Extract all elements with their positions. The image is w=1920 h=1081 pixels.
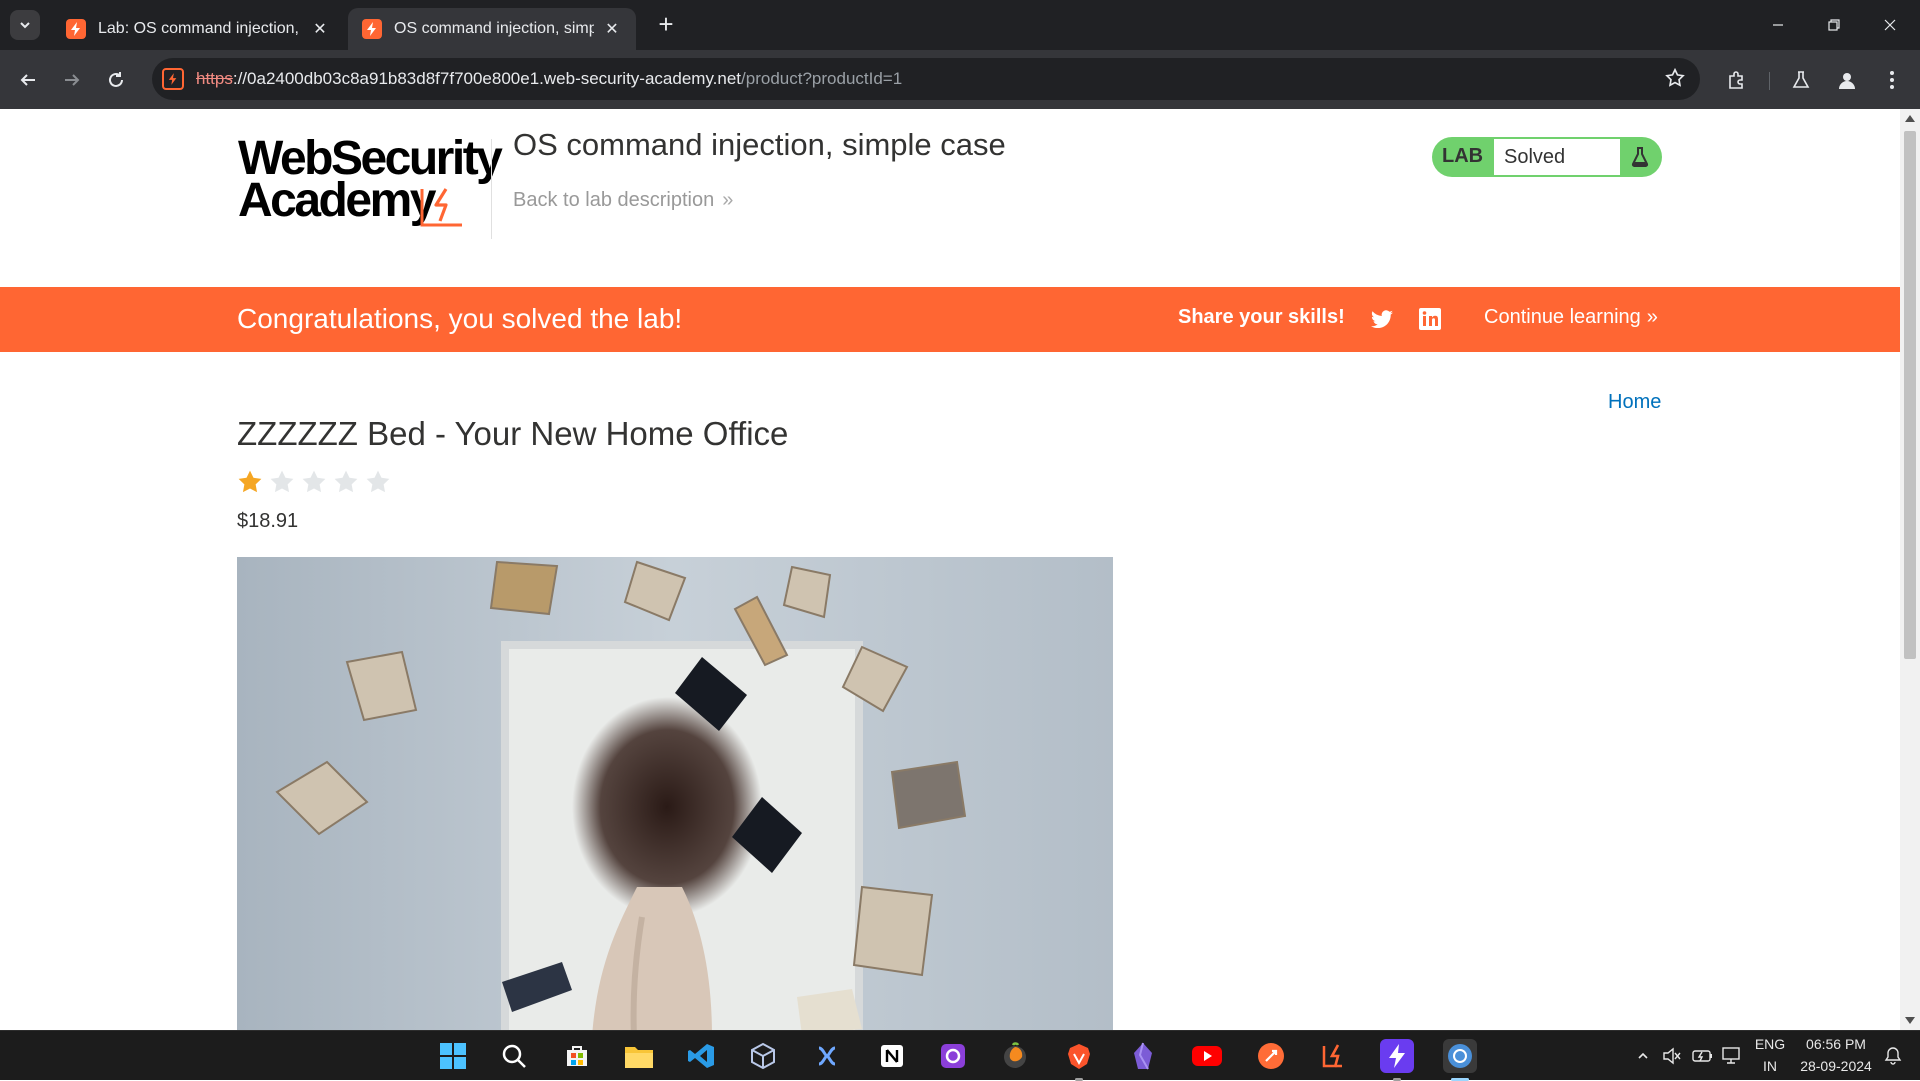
labs-flask-icon[interactable] — [1785, 64, 1817, 96]
continue-learning-link[interactable]: Continue learning» — [1484, 306, 1658, 329]
lab-status-field: Solved — [1494, 139, 1620, 175]
burp-community-icon[interactable] — [1380, 1039, 1414, 1081]
web-security-academy-favicon-icon — [66, 19, 86, 39]
back-arrow-icon[interactable] — [12, 64, 44, 96]
solved-banner: Congratulations, you solved the lab! Sha… — [0, 287, 1900, 352]
web-page: WebSecurity Academy OS command injection… — [0, 109, 1900, 1030]
virtualbox-icon[interactable] — [746, 1039, 780, 1073]
window-minimize-icon[interactable] — [1750, 0, 1806, 50]
input-language[interactable]: ENG IN — [1752, 1033, 1788, 1077]
burp-suite-icon[interactable] — [1318, 1039, 1352, 1073]
forward-arrow-icon[interactable] — [56, 64, 88, 96]
lab-label: LAB — [1442, 145, 1484, 167]
star-empty-icon — [366, 470, 390, 493]
star-empty-icon — [334, 470, 358, 493]
share-label: Share your skills! — [1178, 306, 1345, 328]
web-security-academy-favicon-icon — [362, 19, 382, 39]
scroll-up-arrow-icon[interactable] — [1905, 115, 1915, 122]
tab-close-icon[interactable]: ✕ — [602, 19, 622, 39]
file-explorer-icon[interactable] — [622, 1039, 656, 1073]
fl-studio-icon[interactable] — [998, 1039, 1032, 1073]
browser-menu-dots-icon[interactable] — [1876, 64, 1908, 96]
browser-tab-lab[interactable]: Lab: OS command injection, simple case ✕ — [52, 8, 344, 50]
linkedin-icon[interactable] — [1418, 307, 1442, 331]
microsoft-store-icon[interactable] — [560, 1039, 594, 1073]
double-chevron-right-icon: » — [722, 189, 734, 211]
tab-close-icon[interactable]: ✕ — [310, 19, 330, 39]
chevron-down-icon — [20, 22, 30, 29]
product-title: ZZZZZZ Bed - Your New Home Office — [237, 415, 789, 452]
network-icon[interactable] — [1722, 1031, 1744, 1081]
site-info-icon[interactable] — [162, 68, 184, 90]
profile-avatar-icon[interactable] — [1831, 64, 1863, 96]
vscode-icon[interactable] — [684, 1039, 718, 1073]
star-empty-icon — [302, 470, 326, 493]
bookmark-star-icon[interactable] — [1664, 67, 1686, 94]
search-icon[interactable] — [497, 1039, 531, 1073]
star-filled-icon — [238, 470, 262, 493]
visual-studio-icon[interactable] — [810, 1039, 844, 1073]
windows-start-icon[interactable] — [436, 1039, 470, 1073]
logo-bolt-icon — [420, 188, 462, 227]
app-icon-purple[interactable] — [936, 1039, 970, 1073]
extensions-puzzle-icon[interactable] — [1720, 64, 1752, 96]
product-image — [237, 557, 1113, 1030]
home-link[interactable]: Home — [1608, 391, 1661, 414]
tab-title: OS command injection, simple case — [394, 20, 594, 37]
scroll-down-arrow-icon[interactable] — [1905, 1017, 1915, 1024]
volume-muted-icon[interactable] — [1662, 1031, 1682, 1081]
header-divider — [491, 139, 492, 239]
rating-stars — [237, 469, 391, 497]
double-chevron-right-icon: » — [1646, 306, 1658, 328]
back-to-lab-description-link[interactable]: Back to lab description» — [513, 189, 733, 212]
notion-icon[interactable] — [875, 1039, 909, 1073]
lab-title: OS command injection, simple case — [513, 127, 1006, 162]
obsidian-icon[interactable] — [1126, 1039, 1160, 1073]
star-empty-icon — [270, 470, 294, 493]
show-hidden-icons-chevron-icon[interactable] — [1636, 1031, 1650, 1081]
window-restore-icon[interactable] — [1806, 0, 1862, 50]
postman-icon[interactable] — [1254, 1039, 1288, 1073]
scrollbar-thumb[interactable] — [1904, 131, 1916, 659]
browser-tab-product[interactable]: OS command injection, simple case ✕ — [348, 8, 636, 50]
notifications-bell-icon[interactable] — [1884, 1031, 1902, 1081]
reload-icon[interactable] — [100, 64, 132, 96]
flask-icon — [1631, 147, 1649, 167]
chrome-icon[interactable] — [1443, 1039, 1477, 1081]
tab-search-button[interactable] — [10, 10, 40, 40]
logo-line2: Academy — [238, 174, 436, 227]
product-price: $18.91 — [237, 510, 299, 532]
window-close-icon[interactable] — [1862, 0, 1918, 50]
tab-title: Lab: OS command injection, simple case — [98, 20, 302, 37]
toolbar-divider — [1769, 72, 1770, 90]
browser-toolbar: https://0a2400db03c8a91b83d8f7f700e800e1… — [0, 50, 1920, 109]
new-tab-plus-icon[interactable]: + — [652, 11, 680, 39]
web-security-academy-logo[interactable]: WebSecurity Academy — [238, 133, 503, 233]
lab-status-badge: LAB Solved — [1432, 137, 1662, 177]
windows-taskbar: ENG IN 06:56 PM 28-09-2024 — [0, 1030, 1920, 1081]
url-text: https://0a2400db03c8a91b83d8f7f700e800e1… — [196, 69, 903, 88]
brave-browser-icon[interactable] — [1062, 1039, 1096, 1081]
congratulations-message: Congratulations, you solved the lab! — [237, 303, 683, 334]
page-scrollbar[interactable] — [1900, 109, 1920, 1030]
twitter-icon[interactable] — [1370, 307, 1394, 331]
battery-charging-icon[interactable] — [1692, 1031, 1714, 1081]
browser-tab-strip: Lab: OS command injection, simple case ✕… — [0, 0, 1920, 50]
youtube-icon[interactable] — [1190, 1039, 1224, 1073]
address-bar[interactable]: https://0a2400db03c8a91b83d8f7f700e800e1… — [152, 58, 1700, 100]
clock[interactable]: 06:56 PM 28-09-2024 — [1795, 1033, 1877, 1077]
